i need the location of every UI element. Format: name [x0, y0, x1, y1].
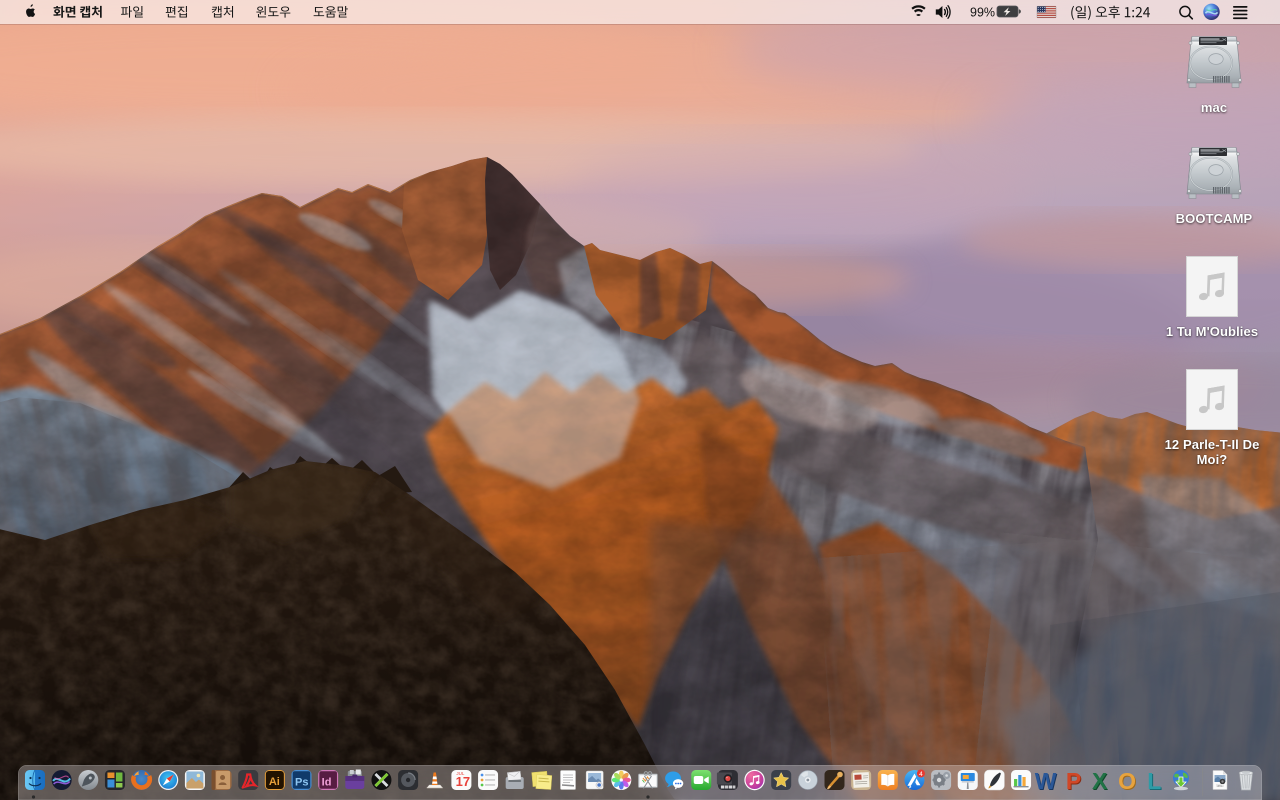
svg-text:JPG: JPG — [1217, 784, 1222, 788]
svg-text:P: P — [1066, 768, 1081, 794]
svg-text:JUL: JUL — [456, 771, 464, 776]
svg-text:17: 17 — [456, 774, 470, 789]
svg-text:Id: Id — [322, 777, 332, 789]
svg-text:99%: 99% — [970, 6, 995, 20]
svg-text:Ai: Ai — [269, 776, 280, 788]
svg-text:L: L — [1147, 768, 1161, 794]
svg-text:W: W — [1035, 768, 1057, 794]
svg-text:O: O — [1118, 768, 1136, 794]
svg-text:Ps: Ps — [295, 777, 308, 789]
svg-text:X: X — [1092, 768, 1108, 794]
svg-text:4: 4 — [919, 771, 923, 778]
